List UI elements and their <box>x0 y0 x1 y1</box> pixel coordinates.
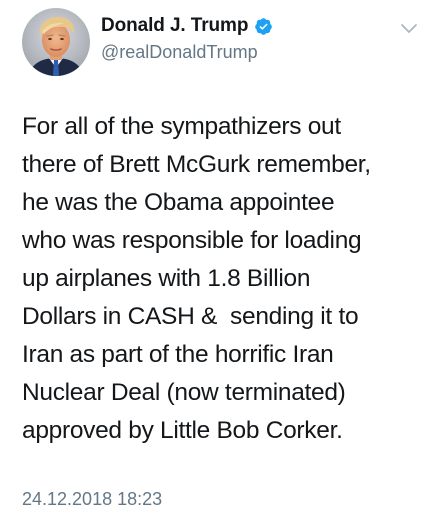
tweet-text-line: approved by Little Bob Corker. <box>22 417 343 444</box>
author-handle[interactable]: @realDonaldTrump <box>101 42 258 63</box>
tweet-menu-button[interactable] <box>400 22 418 36</box>
author-display-name[interactable]: Donald J. Trump <box>101 15 248 37</box>
tweet-text-line: Nuclear Deal (now terminated) <box>22 379 346 406</box>
tweet-text-line: up airplanes with 1.8 Billion <box>22 265 311 292</box>
tweet-text-line: For all of the sympathizers out <box>22 113 341 140</box>
tweet-text: For all of the sympathizers out there of… <box>22 108 427 450</box>
author-name-row[interactable]: Donald J. Trump <box>101 15 273 37</box>
tweet-text-line: who was responsible for loading <box>22 227 362 254</box>
tweet-text-line: there of Brett McGurk remember, <box>22 151 371 178</box>
tweet-text-line: Iran as part of the horrific Iran <box>22 341 334 368</box>
tweet-timestamp[interactable]: 24.12.2018 18:23 <box>22 489 162 510</box>
tweet-card: Donald J. Trump @realDonaldTrump For all… <box>0 0 434 520</box>
tweet-text-line: Dollars in CASH & sending it to <box>22 303 359 330</box>
chevron-down-icon <box>401 24 417 33</box>
profile-photo-icon <box>22 8 90 76</box>
avatar[interactable] <box>22 8 90 76</box>
verified-badge-icon <box>254 17 273 36</box>
tweet-text-line: he was the Obama appointee <box>22 189 335 216</box>
